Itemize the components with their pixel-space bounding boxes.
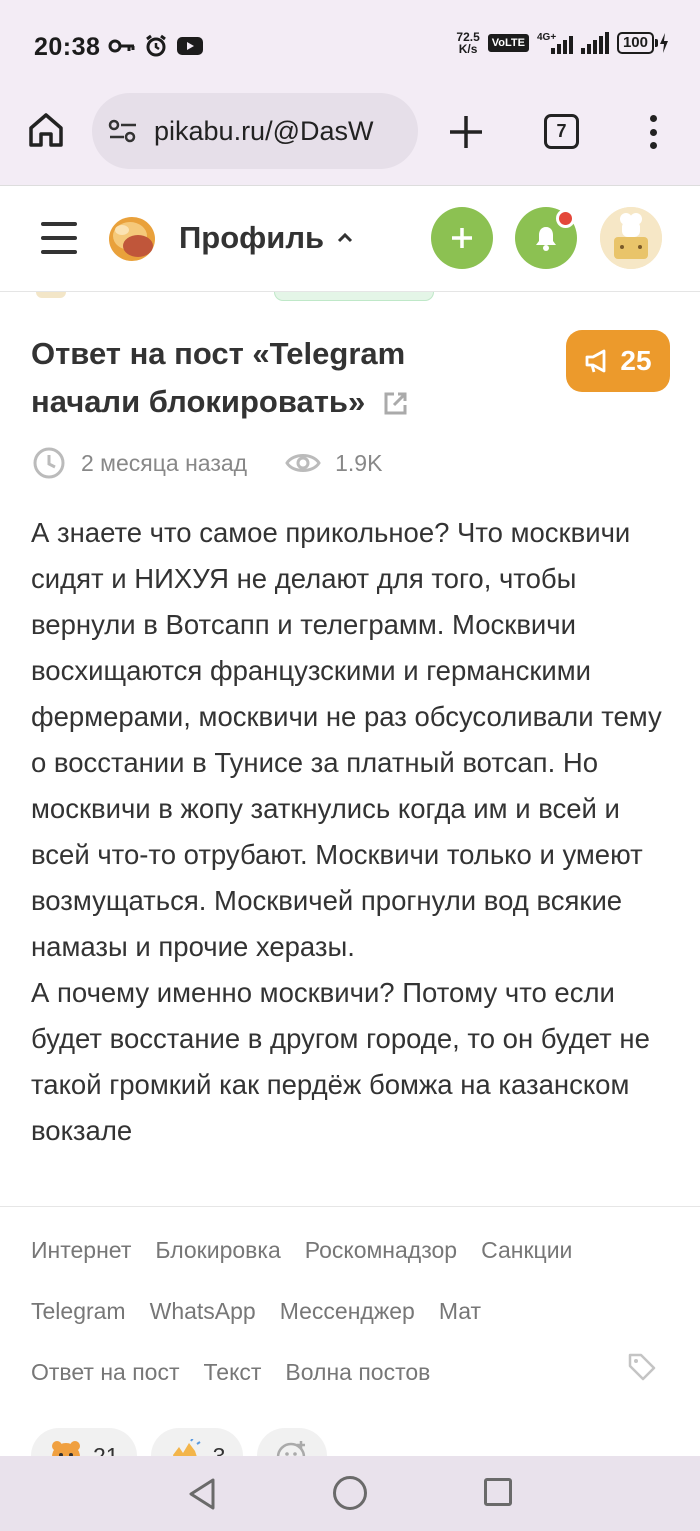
create-post-button[interactable]: [431, 207, 493, 269]
bell-icon: [536, 227, 556, 251]
tab-switcher-button[interactable]: 7: [544, 114, 579, 149]
tag[interactable]: Ответ на пост: [31, 1359, 180, 1386]
megaphone-icon: [586, 349, 606, 373]
divider: [0, 1206, 700, 1207]
tag[interactable]: Волна постов: [285, 1359, 430, 1386]
recents-icon[interactable]: [484, 1478, 512, 1506]
pikabu-logo-icon[interactable]: [106, 212, 158, 264]
status-right-icons: 72.5 K/s VoLTE 4G+ 100: [456, 30, 670, 56]
open-external-icon[interactable]: [381, 390, 409, 418]
tag[interactable]: Текст: [204, 1359, 262, 1386]
post-title[interactable]: Ответ на пост «Telegram начали блокирова…: [31, 330, 491, 426]
home-nav-icon[interactable]: [333, 1476, 367, 1510]
status-left-icons: [108, 34, 204, 58]
chevron-up-icon: [338, 232, 353, 243]
svg-text:4G+: 4G+: [537, 32, 556, 43]
site-settings-icon[interactable]: [108, 118, 138, 144]
charging-icon: [660, 33, 668, 53]
post-rating-badge[interactable]: 25: [566, 330, 670, 392]
browser-toolbar: pikabu.ru/@DasW 7: [0, 92, 700, 186]
tag-icon[interactable]: [627, 1352, 657, 1382]
tag[interactable]: Мат: [439, 1298, 481, 1325]
home-icon[interactable]: [26, 110, 66, 150]
scrolled-content-edge: [0, 292, 700, 302]
youtube-icon: [177, 37, 203, 55]
tag[interactable]: Telegram: [31, 1298, 126, 1325]
address-bar[interactable]: pikabu.ru/@DasW: [92, 93, 418, 169]
alarm-icon: [146, 34, 166, 57]
signal-4g-icon: 4G+: [537, 32, 573, 54]
page-title[interactable]: Профиль: [179, 220, 354, 256]
network-speed: 72.5 K/s: [456, 30, 480, 56]
post-time: 2 месяца назад: [81, 449, 248, 476]
tag-row: Telegram WhatsApp Мессенджер Мат: [31, 1281, 671, 1342]
system-status-bar: 20:38 72.5 K/s VoLTE 4G+ 100: [0, 0, 700, 92]
tag[interactable]: Роскомнадзор: [305, 1237, 457, 1264]
new-tab-icon[interactable]: [446, 112, 486, 152]
user-avatar[interactable]: [600, 207, 662, 269]
tag[interactable]: Санкции: [481, 1237, 572, 1264]
tag[interactable]: WhatsApp: [150, 1298, 256, 1325]
site-header: Профиль: [0, 186, 700, 292]
status-time: 20:38: [34, 33, 101, 61]
url-text: pikabu.ru/@DasW: [154, 115, 374, 146]
notification-dot: [556, 209, 575, 228]
signal-icon: [580, 32, 609, 54]
browser-menu-icon[interactable]: [640, 112, 666, 152]
hamburger-menu-icon[interactable]: [41, 222, 77, 254]
post-views: 1.9K: [335, 449, 383, 476]
tag[interactable]: Мессенджер: [280, 1298, 415, 1325]
tag-list: Интернет Блокировка Роскомнадзор Санкции…: [31, 1220, 671, 1403]
tag[interactable]: Блокировка: [155, 1237, 280, 1264]
post-body: А знаете что самое прикольное? Что москв…: [31, 517, 662, 1146]
system-navigation-bar: [0, 1456, 700, 1531]
battery-indicator: 100: [616, 32, 670, 54]
tag-row: Ответ на пост Текст Волна постов: [31, 1342, 671, 1403]
eye-icon: [285, 454, 321, 472]
key-icon: [108, 39, 135, 53]
back-icon[interactable]: [185, 1476, 219, 1512]
tag-row: Интернет Блокировка Роскомнадзор Санкции: [31, 1220, 671, 1281]
post-meta: 2 месяца назад 1.9K: [31, 445, 382, 481]
plus-icon: [452, 228, 472, 248]
volte-badge: VoLTE: [487, 34, 529, 52]
tag[interactable]: Интернет: [31, 1237, 131, 1264]
clock-icon: [33, 447, 65, 479]
notifications-button[interactable]: [515, 207, 577, 269]
